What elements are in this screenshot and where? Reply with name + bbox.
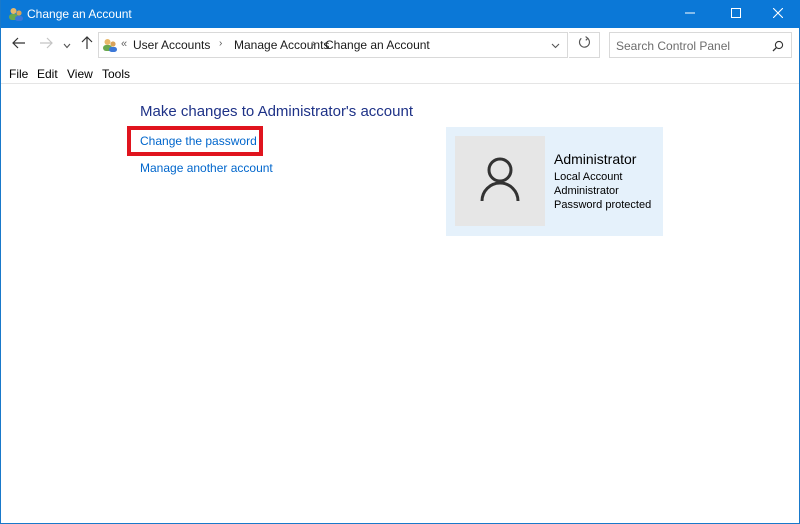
menu-view[interactable]: View bbox=[67, 67, 93, 81]
main-content: Make changes to Administrator's account … bbox=[1, 84, 799, 523]
window: Change an Account « User Accounts › Mana… bbox=[0, 0, 800, 524]
close-button[interactable] bbox=[755, 0, 800, 28]
account-card: Administrator Local Account Administrato… bbox=[446, 127, 663, 236]
breadcrumb-separator[interactable]: › bbox=[219, 38, 222, 49]
refresh-button[interactable] bbox=[569, 32, 600, 58]
close-icon bbox=[772, 5, 784, 23]
minimize-icon bbox=[685, 5, 695, 23]
forward-arrow-icon bbox=[39, 36, 53, 54]
menu-bar: File Edit View Tools bbox=[1, 62, 799, 84]
refresh-icon bbox=[578, 36, 591, 54]
minimize-button[interactable] bbox=[667, 0, 713, 28]
back-button[interactable] bbox=[10, 36, 28, 54]
menu-tools[interactable]: Tools bbox=[102, 67, 130, 81]
search-input[interactable] bbox=[616, 37, 766, 54]
up-button[interactable] bbox=[78, 35, 96, 55]
window-title: Change an Account bbox=[27, 7, 132, 21]
page-heading: Make changes to Administrator's account bbox=[140, 103, 414, 120]
address-bar[interactable]: « User Accounts › Manage Accounts › Chan… bbox=[98, 32, 568, 58]
user-icon bbox=[478, 156, 522, 207]
password-status: Password protected bbox=[554, 199, 652, 211]
back-arrow-icon bbox=[12, 36, 26, 54]
breadcrumb-change-an-account[interactable]: Change an Account bbox=[325, 38, 430, 52]
control-panel-icon bbox=[102, 37, 118, 53]
change-password-link[interactable]: Change the password bbox=[140, 134, 257, 148]
menu-edit[interactable]: Edit bbox=[37, 67, 58, 81]
maximize-button[interactable] bbox=[713, 0, 759, 28]
account-role: Administrator bbox=[554, 185, 619, 197]
menu-file[interactable]: File bbox=[9, 67, 28, 81]
breadcrumb-user-accounts[interactable]: User Accounts bbox=[133, 38, 210, 52]
search-icon[interactable] bbox=[772, 39, 784, 52]
avatar bbox=[455, 136, 545, 226]
maximize-icon bbox=[731, 5, 741, 23]
chevron-down-icon bbox=[63, 36, 71, 54]
title-bar[interactable]: Change an Account bbox=[1, 0, 800, 28]
account-name: Administrator bbox=[554, 151, 637, 167]
forward-button[interactable] bbox=[37, 36, 55, 54]
breadcrumb-separator[interactable]: › bbox=[312, 38, 315, 49]
breadcrumb-overflow[interactable]: « bbox=[121, 38, 127, 50]
account-type: Local Account bbox=[554, 171, 623, 183]
user-accounts-icon bbox=[8, 6, 24, 22]
navigation-bar: « User Accounts › Manage Accounts › Chan… bbox=[1, 28, 799, 62]
address-dropdown-button[interactable] bbox=[549, 40, 561, 52]
recent-locations-button[interactable] bbox=[60, 36, 74, 54]
manage-another-account-link[interactable]: Manage another account bbox=[140, 161, 273, 175]
up-arrow-icon bbox=[81, 35, 93, 55]
search-box[interactable] bbox=[609, 32, 792, 58]
